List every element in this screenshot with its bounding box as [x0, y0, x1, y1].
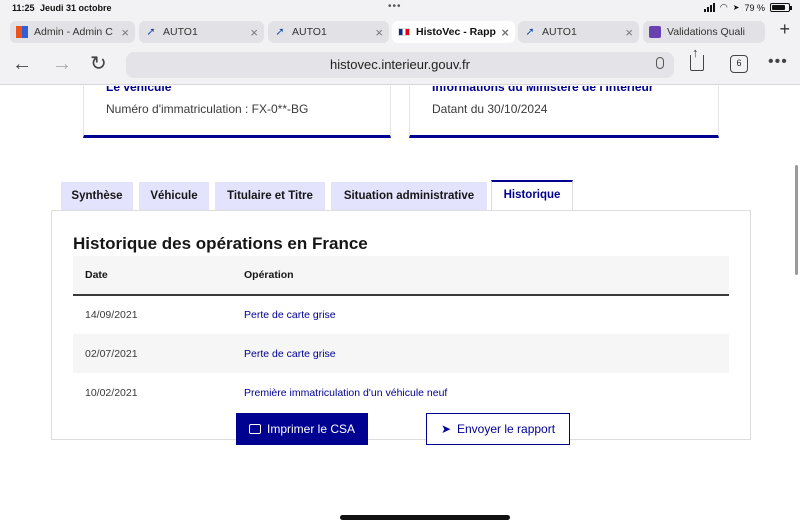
row-operation: Première immatriculation d'un véhicule n…: [244, 386, 448, 399]
browser-tab-validations[interactable]: Validations Quali: [643, 21, 765, 43]
history-panel: Historique des opérations en France Date…: [51, 210, 751, 440]
registration-number: Numéro d'immatriculation : FX-0**-BG: [106, 102, 309, 116]
validations-favicon-icon: [649, 26, 661, 38]
status-date: Jeudi 31 octobre: [40, 3, 112, 13]
auto1-favicon-icon: ➚: [275, 26, 285, 38]
status-bar: 11:25 Jeudi 31 octobre ••• ◠ ➤ 79 %: [0, 0, 800, 17]
vehicle-card: Le véhicule Numéro d'immatriculation : F…: [83, 86, 391, 138]
browser-tab-auto1[interactable]: ➚ AUTO1 ×: [268, 21, 389, 43]
close-icon[interactable]: ×: [375, 25, 383, 40]
battery-icon: [770, 3, 792, 12]
close-icon[interactable]: ×: [625, 25, 633, 40]
table-row: 14/09/2021 Perte de carte grise: [73, 295, 729, 334]
browser-tab-label: Admin - Admin C: [34, 26, 113, 38]
browser-tab-label: HistoVec - Rapp: [416, 26, 496, 38]
share-icon[interactable]: [690, 45, 704, 71]
print-csa-button[interactable]: Imprimer le CSA: [236, 413, 368, 445]
admin-favicon-icon: [16, 26, 28, 38]
browser-tab-label: AUTO1: [163, 26, 198, 38]
tab-titulaire-titre[interactable]: Titulaire et Titre: [215, 182, 325, 210]
wifi-icon: ◠: [719, 2, 728, 12]
french-flag-favicon-icon: [398, 28, 410, 36]
row-date: 10/02/2021: [85, 386, 138, 399]
table-row: 10/02/2021 Première immatriculation d'un…: [73, 373, 729, 412]
browser-toolbar: ← → ↻ histovec.interieur.gouv.fr 6 •••: [0, 45, 800, 85]
location-icon: ➤: [732, 3, 740, 12]
reload-icon[interactable]: ↻: [90, 53, 107, 75]
browser-tab-admin[interactable]: Admin - Admin C ×: [10, 21, 135, 43]
browser-tab-auto1[interactable]: ➚ AUTO1 ×: [518, 21, 639, 43]
battery-percent: 79 %: [744, 2, 765, 13]
send-report-button[interactable]: ➤ Envoyer le rapport: [426, 413, 570, 445]
row-date: 14/09/2021: [85, 309, 138, 321]
send-report-label: Envoyer le rapport: [457, 422, 556, 436]
browser-tab-auto1[interactable]: ➚ AUTO1 ×: [139, 21, 264, 43]
ministry-date: Datant du 30/10/2024: [432, 102, 548, 116]
send-paper-plane-icon: ➤: [440, 422, 451, 436]
column-header-date: Date: [85, 269, 108, 281]
history-title: Historique des opérations en France: [73, 234, 368, 253]
url-text: histovec.interieur.gouv.fr: [330, 57, 470, 72]
multitask-dots-icon[interactable]: •••: [388, 1, 402, 12]
row-operation: Perte de carte grise: [244, 309, 336, 321]
auto1-favicon-icon: ➚: [525, 26, 535, 38]
web-page: Le véhicule Numéro d'immatriculation : F…: [0, 86, 800, 525]
table-header-row: Date Opération: [73, 256, 729, 295]
close-icon[interactable]: ×: [501, 25, 509, 40]
tab-vehicule[interactable]: Véhicule: [139, 182, 209, 210]
column-header-operation: Opération: [244, 269, 294, 281]
print-csa-label: Imprimer le CSA: [266, 422, 355, 436]
home-indicator[interactable]: [340, 515, 510, 520]
forward-arrow-icon[interactable]: →: [52, 53, 72, 75]
browser-tab-bar: Admin - Admin C × ➚ AUTO1 × ➚ AUTO1 × Hi…: [0, 17, 800, 45]
signal-icon: [703, 3, 715, 12]
browser-tab-label: AUTO1: [292, 26, 327, 38]
close-icon[interactable]: ×: [250, 25, 258, 40]
new-tab-plus-icon[interactable]: +: [779, 19, 790, 40]
table-row: 02/07/2021 Perte de carte grise: [73, 334, 729, 373]
page-scrollbar[interactable]: [795, 165, 798, 275]
ministry-card: Informations du Ministère de l'Intérieur…: [409, 86, 719, 138]
browser-tab-label: AUTO1: [542, 26, 577, 38]
printer-icon: [248, 424, 261, 434]
status-indicators: ◠ ➤ 79 %: [703, 2, 792, 13]
tab-overview-button[interactable]: 6: [730, 55, 748, 73]
row-date: 02/07/2021: [85, 347, 138, 360]
tab-situation-administrative[interactable]: Situation administrative: [331, 182, 487, 210]
microphone-icon[interactable]: [656, 57, 664, 69]
auto1-favicon-icon: ➚: [146, 26, 156, 38]
back-arrow-icon[interactable]: ←: [12, 53, 32, 75]
history-table: Date Opération 14/09/2021 Perte de carte…: [73, 256, 729, 412]
tab-historique[interactable]: Historique: [491, 180, 573, 210]
status-time: 11:25: [12, 3, 35, 13]
vehicle-card-title: Le véhicule: [106, 86, 172, 94]
tab-synthese[interactable]: Synthèse: [61, 182, 133, 210]
ministry-card-title: Informations du Ministère de l'Intérieur: [432, 86, 654, 94]
close-icon[interactable]: ×: [121, 25, 129, 40]
browser-tab-histovec[interactable]: HistoVec - Rapp ×: [392, 21, 515, 43]
address-bar[interactable]: histovec.interieur.gouv.fr: [126, 52, 674, 78]
more-options-icon[interactable]: •••: [768, 53, 788, 71]
row-operation: Perte de carte grise: [244, 347, 336, 360]
browser-tab-label: Validations Quali: [667, 26, 746, 38]
